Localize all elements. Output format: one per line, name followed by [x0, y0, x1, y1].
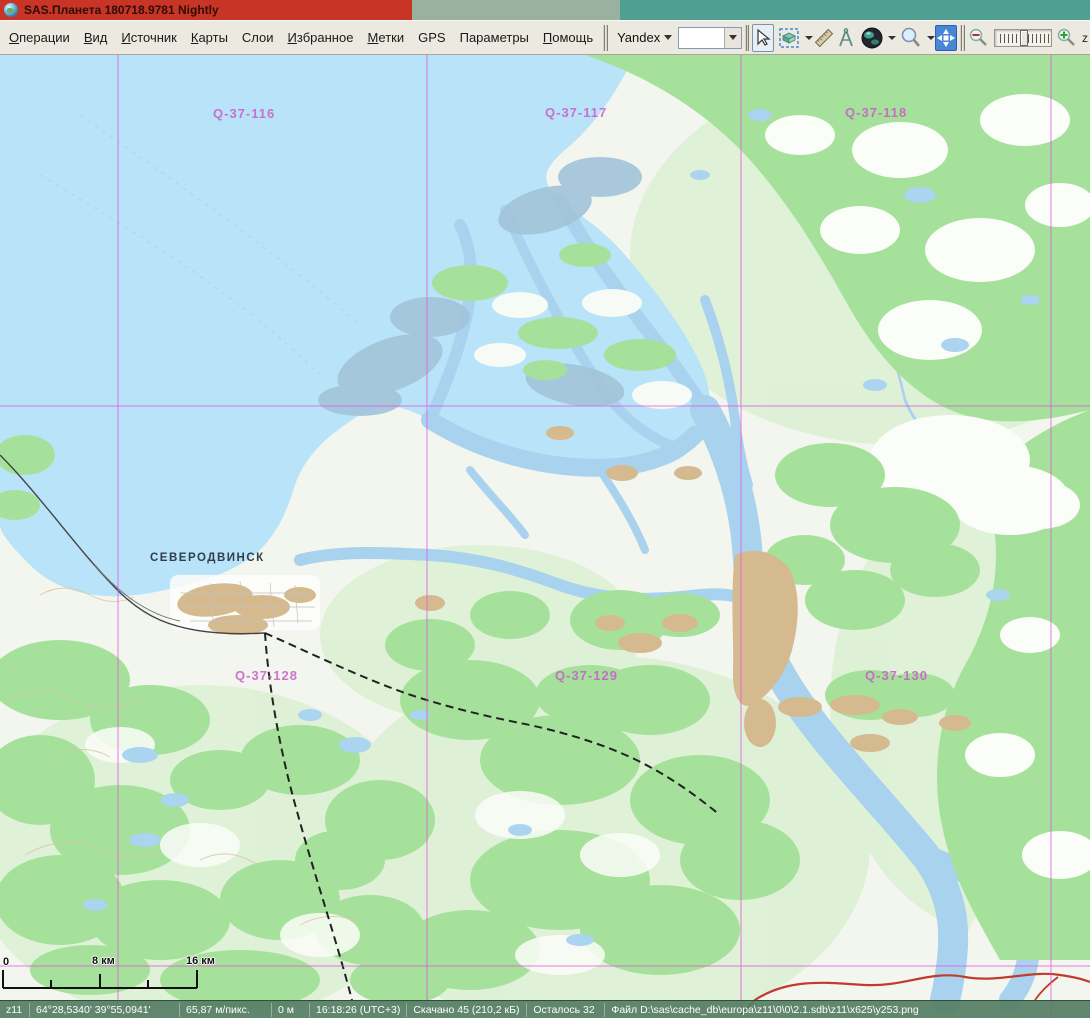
menu-item-вид[interactable]: Вид: [77, 26, 115, 50]
status-tile-file: Файл D:\sas\cache_db\europa\z11\0\0\2.1.…: [605, 1003, 1090, 1017]
selection-tool-button[interactable]: [774, 24, 813, 52]
chevron-down-icon: [927, 36, 935, 40]
status-resolution: 65,87 м/пикс.: [180, 1003, 272, 1017]
chevron-down-icon: [664, 35, 672, 40]
grid-label: Q-37-117: [545, 105, 607, 120]
toolbar-separator: [960, 25, 965, 51]
globe-tool-button[interactable]: [857, 24, 896, 52]
status-elevation: 0 м: [272, 1003, 310, 1017]
menubar: ОперацииВидИсточникКартыСлоиИзбранноеМет…: [2, 21, 600, 54]
magnifier-tool-button[interactable]: [896, 24, 935, 52]
zoom-out-button[interactable]: [968, 24, 990, 52]
toolbar-separator: [745, 25, 750, 51]
menu-item-gps[interactable]: GPS: [411, 26, 452, 50]
status-downloaded: Скачано 45 (210,2 кБ): [407, 1003, 527, 1017]
grid-label: Q-37-129: [555, 668, 618, 683]
title-bar-active-segment[interactable]: SAS.Планета 180718.9781 Nightly: [0, 0, 412, 20]
city-label-severodvinsk: СЕВЕРОДВИНСК: [150, 552, 265, 564]
zoom-slider-thumb[interactable]: [1020, 30, 1028, 46]
menu-item-помощь[interactable]: Помощь: [536, 26, 600, 50]
grid-label: Q-37-116: [213, 106, 275, 121]
dark-globe-icon: [860, 26, 884, 50]
app-globe-icon: [4, 3, 18, 17]
status-remaining: Осталось 32: [527, 1003, 605, 1017]
grid-label: Q-37-128: [235, 668, 298, 683]
search-combobox[interactable]: [678, 27, 741, 49]
zoom-in-button[interactable]: [1056, 24, 1078, 52]
main-toolbar: ОперацииВидИсточникКартыСлоиИзбранноеМет…: [0, 20, 1090, 55]
measuring-divider-icon: [835, 27, 857, 49]
toolbar-separator: [603, 25, 608, 51]
map-canvas[interactable]: Q-37-116 Q-37-117 Q-37-118 Q-37-128 Q-37…: [0, 55, 1090, 1018]
ruler-icon: [813, 27, 835, 49]
rect-selection-icon: [778, 27, 800, 49]
title-bar-segment-2: [620, 0, 1090, 20]
menu-item-параметры[interactable]: Параметры: [453, 26, 536, 50]
status-coordinates: 64°28,5340' 39°55,0941': [30, 1003, 180, 1017]
title-bar: SAS.Планета 180718.9781 Nightly: [0, 0, 1090, 20]
menu-item-метки[interactable]: Метки: [360, 26, 411, 50]
fullscreen-button[interactable]: [935, 25, 957, 51]
grid-label: Q-37-130: [865, 668, 928, 683]
zoom-slider[interactable]: [994, 29, 1052, 47]
status-time: 16:18:26 (UTC+3): [310, 1003, 407, 1017]
title-bar-segment: [412, 0, 620, 20]
chevron-down-icon: [888, 36, 896, 40]
fullscreen-arrows-icon: [936, 28, 956, 48]
scale-label-end: 16 км: [186, 955, 215, 967]
chevron-down-icon: [805, 36, 813, 40]
menu-item-карты[interactable]: Карты: [184, 26, 235, 50]
map-source-button[interactable]: Yandex: [611, 28, 678, 47]
divider-tool-button[interactable]: [835, 24, 857, 52]
menu-item-источник[interactable]: Источник: [114, 26, 184, 50]
magnifier-icon: [899, 26, 923, 50]
zoom-out-magnifier-icon: [968, 27, 990, 49]
menu-item-слои[interactable]: Слои: [235, 26, 281, 50]
ruler-tool-button[interactable]: [813, 24, 835, 52]
map-source-label: Yandex: [617, 30, 660, 45]
sas-planet-window: SAS.Планета 180718.9781 Nightly Операции…: [0, 0, 1090, 1018]
chevron-down-icon: [729, 35, 737, 40]
truncated-zoom-label: z: [1082, 31, 1088, 45]
menu-item-избранное[interactable]: Избранное: [281, 26, 361, 50]
status-bar: z11 64°28,5340' 39°55,0941' 65,87 м/пикс…: [0, 1000, 1090, 1018]
status-zoom-level: z11: [0, 1003, 30, 1017]
cursor-select-icon: [753, 28, 773, 48]
window-title: SAS.Планета 180718.9781 Nightly: [24, 3, 219, 17]
menu-item-операции[interactable]: Операции: [2, 26, 77, 50]
grid-label: Q-37-118: [845, 105, 907, 120]
scale-label-zero: 0: [3, 956, 9, 968]
combobox-dropdown-button[interactable]: [724, 28, 741, 48]
zoom-in-magnifier-icon: [1056, 27, 1078, 49]
map-image: [0, 55, 1090, 1018]
cursor-tool-button[interactable]: [752, 24, 774, 52]
scale-label-mid: 8 км: [92, 955, 115, 967]
